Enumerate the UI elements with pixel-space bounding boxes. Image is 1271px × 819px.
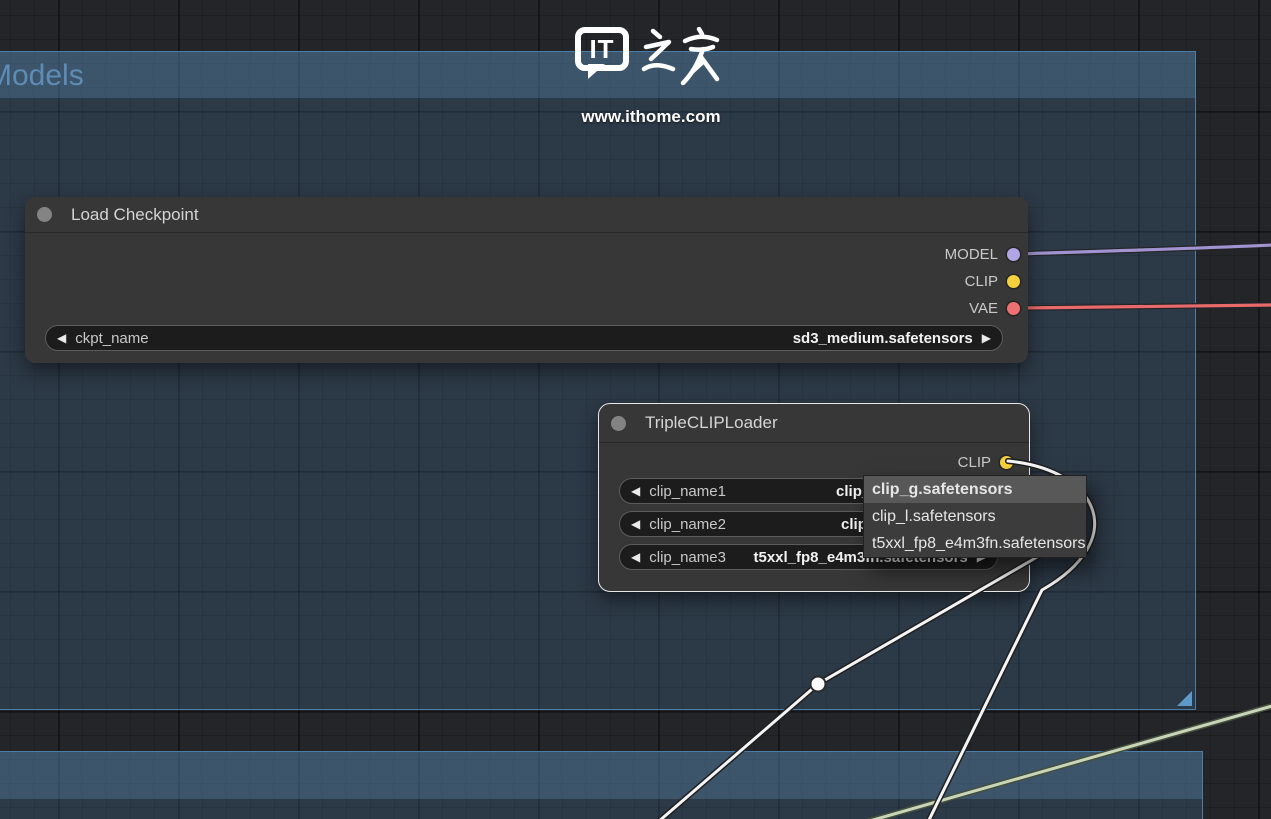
dropdown-item[interactable]: clip_l.safetensors <box>864 503 1086 530</box>
node-title: TripleCLIPLoader <box>645 413 778 433</box>
group-bottom-header[interactable] <box>0 752 1202 799</box>
ithome-logo-text: IT <box>589 34 614 65</box>
ithome-logo-tail <box>588 64 605 79</box>
output-row-clip: CLIP <box>945 268 1028 295</box>
vae-output-port[interactable] <box>1007 302 1020 315</box>
widget-label: clip_name3 <box>649 549 726 566</box>
node-title: Load Checkpoint <box>71 205 199 225</box>
port-label: CLIP <box>958 454 991 471</box>
port-label: MODEL <box>945 246 998 263</box>
model-output-port[interactable] <box>1007 248 1020 261</box>
port-label: VAE <box>969 300 998 317</box>
decrement-arrow-icon[interactable]: ◀ <box>631 551 640 563</box>
group-models[interactable]: Models <box>0 51 1196 710</box>
port-label: CLIP <box>965 273 998 290</box>
decrement-arrow-icon[interactable]: ◀ <box>631 518 640 530</box>
group-bottom-body <box>0 799 1202 819</box>
ithome-watermark: IT 之家 <box>575 27 727 127</box>
ithome-url: www.ithome.com <box>575 107 727 127</box>
widget-label: ckpt_name <box>75 330 148 347</box>
node-collapse-dot[interactable] <box>611 416 626 431</box>
increment-arrow-icon[interactable]: ▶ <box>982 332 991 344</box>
output-row-model: MODEL <box>945 241 1028 268</box>
decrement-arrow-icon[interactable]: ◀ <box>631 485 640 497</box>
clip-output-port[interactable] <box>1007 275 1020 288</box>
node-load-checkpoint[interactable]: Load Checkpoint MODEL CLIP VAE ◀ ckpt_na… <box>25 197 1028 363</box>
widget-label: clip_name2 <box>649 516 726 533</box>
decrement-arrow-icon[interactable]: ◀ <box>57 332 66 344</box>
combo-dropdown: clip_g.safetensors clip_l.safetensors t5… <box>863 475 1087 558</box>
group-title: Models <box>0 52 84 99</box>
output-row-clip: CLIP <box>958 449 1029 476</box>
node-editor-canvas[interactable]: Models Load Checkpoint MODEL CLIP <box>0 0 1271 819</box>
ckpt-name-widget[interactable]: ◀ ckpt_name sd3_medium.safetensors ▶ <box>45 325 1003 351</box>
dropdown-item[interactable]: clip_g.safetensors <box>864 476 1086 503</box>
node-collapse-dot[interactable] <box>37 207 52 222</box>
ithome-logo-cn-strokes <box>641 27 721 89</box>
widget-label: clip_name1 <box>649 483 726 500</box>
node-title-bar[interactable]: Load Checkpoint <box>25 197 1028 233</box>
group-bottom[interactable] <box>0 751 1203 819</box>
node-title-bar[interactable]: TripleCLIPLoader <box>599 404 1029 443</box>
clip-output-port[interactable] <box>1000 456 1013 469</box>
output-row-vae: VAE <box>945 295 1028 322</box>
widget-value: sd3_medium.safetensors <box>793 330 973 347</box>
dropdown-item[interactable]: t5xxl_fp8_e4m3fn.safetensors <box>864 530 1086 557</box>
group-resize-handle[interactable] <box>1177 691 1192 706</box>
ithome-logo-bubble: IT <box>575 27 629 71</box>
ithome-logo-cn: 之家 <box>641 27 721 94</box>
